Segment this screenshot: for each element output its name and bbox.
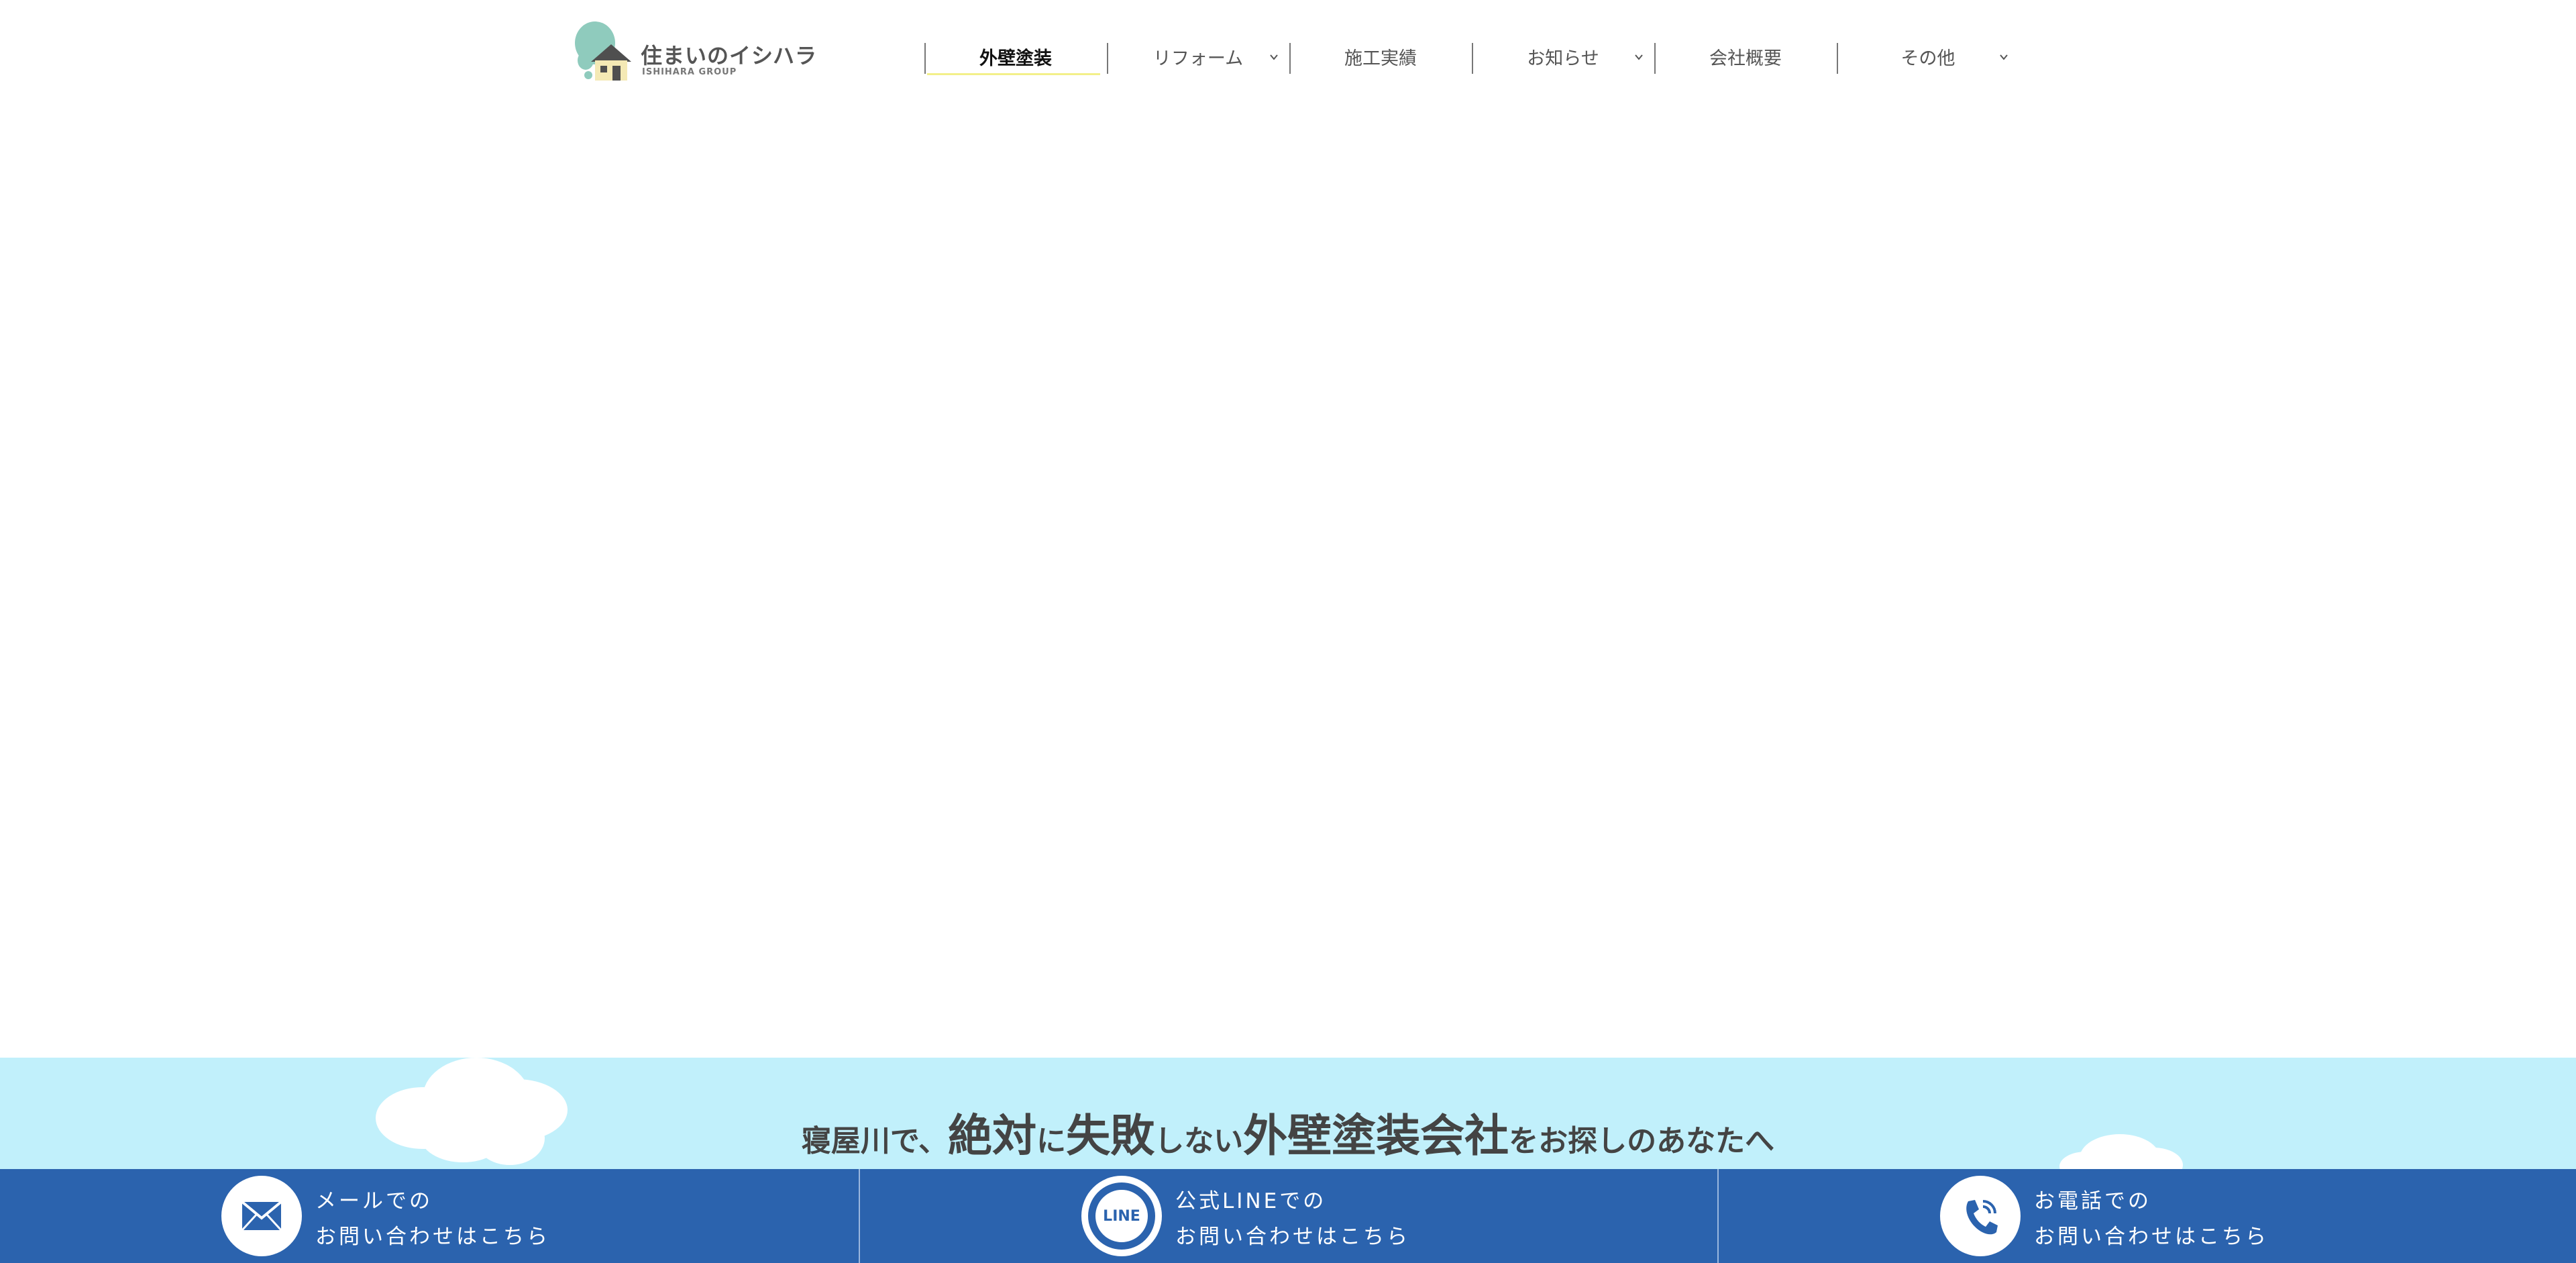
headline-segment: 寝屋川で、 [801,1124,949,1158]
phone-icon [1940,1176,2021,1256]
contact-phone-button[interactable]: お電話での お問い合わせはこちら [1717,1169,2576,1263]
line-badge: LINE [1088,1182,1155,1250]
nav-divider [1837,43,1838,74]
line-icon-text: LINE [1103,1207,1140,1225]
nav-divider [924,43,926,74]
nav-label: 外壁塗装 [979,48,1052,69]
line-icon: LINE [1081,1176,1162,1256]
nav-label: リフォーム [1152,48,1244,69]
site-logo[interactable]: 住まいのイシハラ ISHIHARA GROUP [574,19,816,83]
contact-line1: お電話での [2034,1189,2151,1213]
chevron-down-icon[interactable] [1998,51,2010,63]
headline-emphasis: 外壁塗装会社 [1243,1110,1509,1162]
nav-divider [1289,43,1291,74]
nav-label: 施工実績 [1344,48,1417,69]
contact-line-text: 公式LINEでの お問い合わせはこちら [1175,1184,1410,1255]
headline-emphasis: 失敗 [1066,1110,1155,1162]
nav-divider [1654,43,1656,74]
contact-line1: メールでの [315,1189,433,1213]
chevron-down-icon[interactable] [1268,51,1280,63]
nav-item-reform[interactable]: リフォーム [1107,38,1289,75]
nav-divider [1107,43,1108,74]
nav-label: 会社概要 [1709,48,1782,69]
nav-label: お知らせ [1527,48,1599,69]
sky-banner: 寝屋川で、絶対に失敗しない外壁塗装会社をお探しのあなたへ [0,1058,2576,1169]
contact-bar: メールでの お問い合わせはこちら LINE 公式LINEでの お問い合わせはこち… [0,1169,2576,1263]
nav-item-other[interactable]: その他 [1837,38,2019,75]
contact-mail-button[interactable]: メールでの お問い合わせはこちら [0,1169,859,1263]
hero-headline: 寝屋川で、絶対に失敗しない外壁塗装会社をお探しのあなたへ [0,1114,2576,1158]
logo-subtitle: ISHIHARA GROUP [642,67,737,77]
house-logo-icon [575,21,631,81]
contact-line2: お問い合わせはこちら [1175,1225,1410,1249]
mail-icon [221,1176,302,1256]
active-underline [927,73,1100,75]
logo-title: 住まいのイシハラ [641,43,818,68]
main-nav: 外壁塗装 リフォーム 施工実績 お知らせ 会社概要 その他 [924,38,2019,75]
contact-line1: 公式LINEでの [1175,1189,1327,1213]
nav-item-exterior-painting[interactable]: 外壁塗装 [924,38,1107,75]
contact-mail-text: メールでの お問い合わせはこちら [315,1184,550,1255]
nav-item-news[interactable]: お知らせ [1472,38,1654,75]
hero-area [0,101,2576,1058]
nav-label: その他 [1900,48,1955,69]
headline-segment: をお探しのあなたへ [1509,1124,1775,1158]
contact-line2: お問い合わせはこちら [315,1225,550,1249]
chevron-down-icon[interactable] [1633,51,1645,63]
contact-phone-text: お電話での お問い合わせはこちら [2034,1184,2269,1255]
headline-segment: に [1036,1124,1067,1158]
headline-segment: しない [1155,1124,1244,1158]
site-header: 住まいのイシハラ ISHIHARA GROUP 外壁塗装 リフォーム 施工実績 … [0,0,2576,101]
nav-item-works[interactable]: 施工実績 [1289,38,1472,75]
contact-line-button[interactable]: LINE 公式LINEでの お問い合わせはこちら [859,1169,1717,1263]
headline-emphasis: 絶対 [948,1110,1037,1162]
nav-item-company[interactable]: 会社概要 [1654,38,1837,75]
nav-divider [1472,43,1473,74]
contact-line2: お問い合わせはこちら [2034,1225,2269,1249]
